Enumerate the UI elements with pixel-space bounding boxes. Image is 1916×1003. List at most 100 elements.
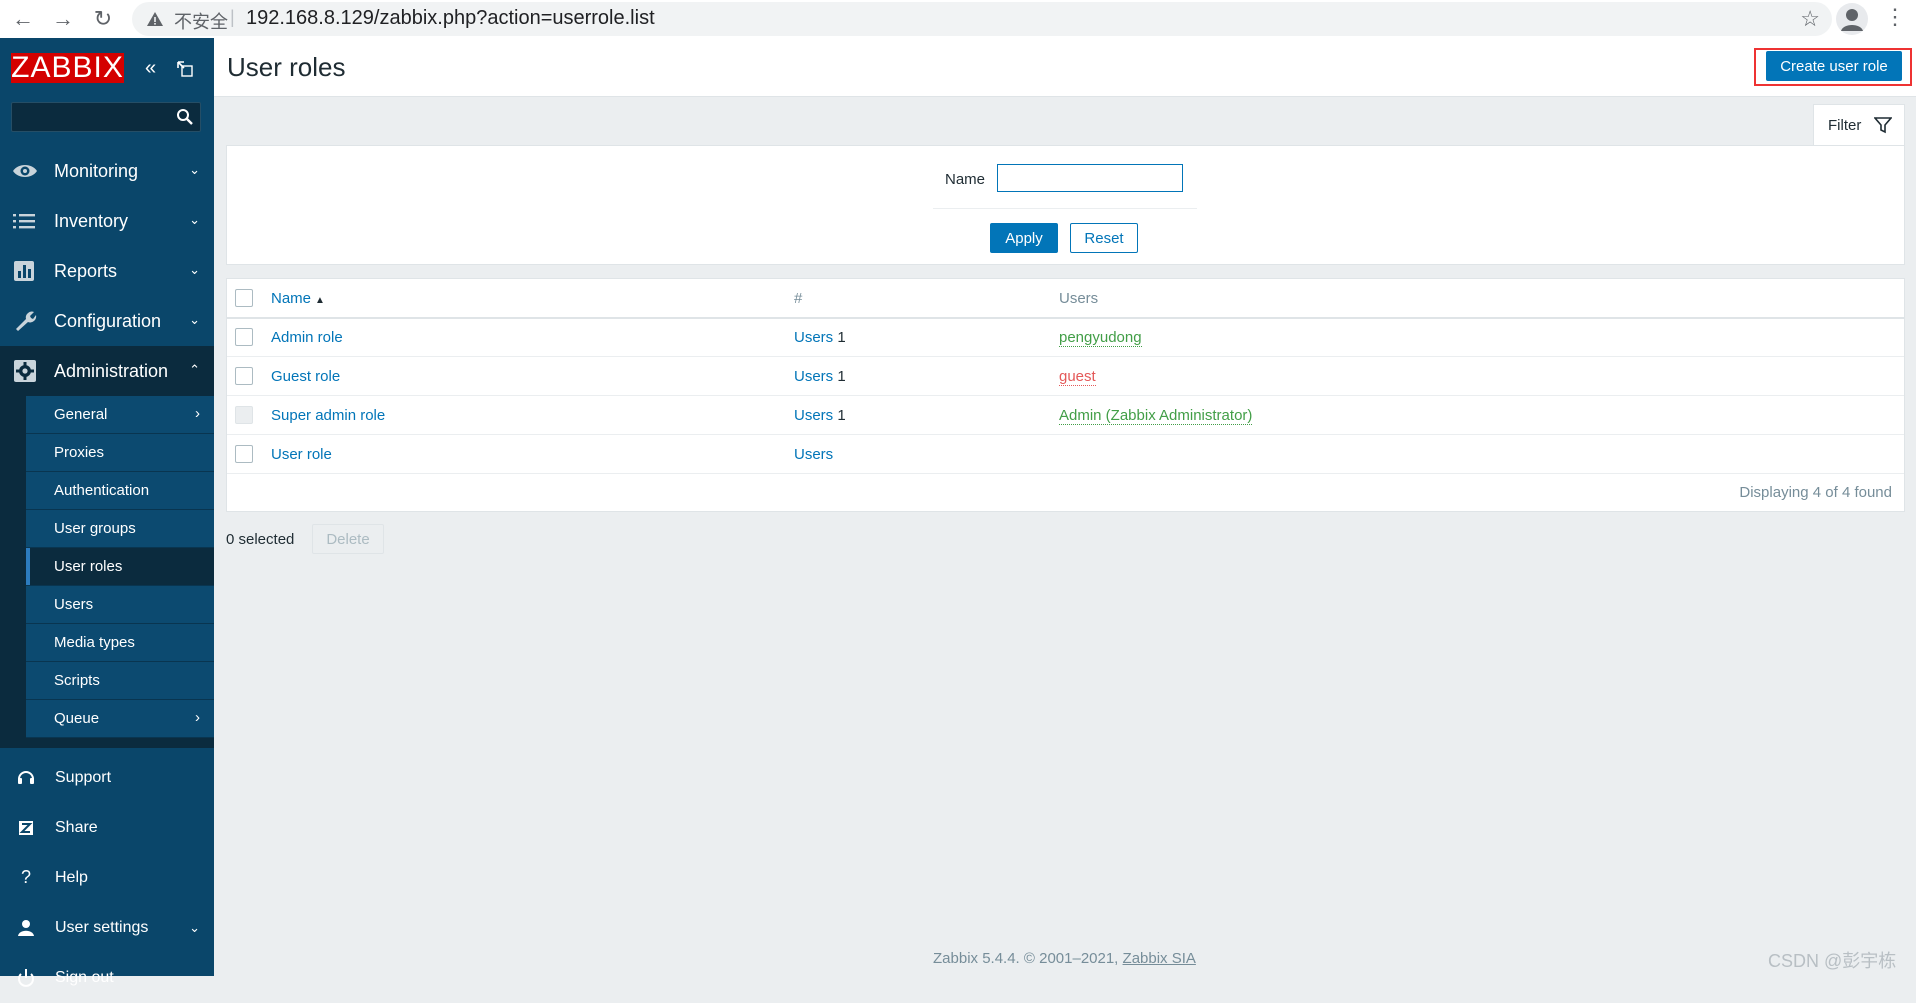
role-name-link[interactable]: Admin role (271, 329, 343, 346)
submenu-item-proxies[interactable]: Proxies (26, 434, 214, 472)
role-name-link[interactable]: Super admin role (271, 407, 385, 424)
users-link[interactable]: Users (794, 368, 833, 385)
zabbix-logo[interactable]: ZABBIX (11, 53, 124, 83)
eye-icon (13, 165, 37, 177)
gear-icon (14, 360, 36, 382)
menu-label: User settings (55, 919, 149, 936)
user-link[interactable]: guest (1059, 368, 1096, 386)
submenu-item-authentication[interactable]: Authentication (26, 472, 214, 510)
select-all-checkbox[interactable] (235, 289, 253, 307)
menu-user-settings[interactable]: User settings ⌄ (0, 903, 214, 953)
user-link[interactable]: pengyudong (1059, 329, 1142, 347)
users-count-cell: Users 1 (794, 368, 846, 385)
filter-name-input[interactable] (997, 164, 1183, 192)
create-user-role-button[interactable]: Create user role (1766, 51, 1902, 81)
menu-reports[interactable]: Reports ⌄ (0, 246, 214, 296)
warning-icon (147, 12, 163, 26)
chevron-down-icon: ⌄ (189, 920, 200, 935)
list-icon (13, 214, 35, 229)
kiosk-mode-icon[interactable] (176, 60, 194, 78)
menu-configuration[interactable]: Configuration ⌄ (0, 296, 214, 346)
row-checkbox[interactable] (235, 367, 253, 385)
submenu-item-queue[interactable]: Queue › (26, 700, 214, 738)
filter-divider (933, 208, 1197, 209)
column-header-count: # (794, 290, 803, 307)
url-text[interactable]: 192.168.8.129/zabbix.php?action=userrole… (246, 7, 655, 30)
users-count-cell: Users 1 (794, 329, 846, 346)
administration-submenu: General › Proxies Authentication User gro… (0, 396, 214, 748)
table-row: User role Users (227, 435, 1904, 474)
watermark: CSDN @彭宇栋 (1768, 951, 1897, 971)
users-link[interactable]: Users (794, 329, 833, 346)
submenu-item-scripts[interactable]: Scripts (26, 662, 214, 700)
role-name-link[interactable]: Guest role (271, 368, 340, 385)
headset-icon (18, 771, 34, 784)
role-name-link[interactable]: User role (271, 446, 332, 463)
filter-name-label: Name (945, 171, 986, 188)
menu-label: Inventory (54, 211, 129, 231)
users-link[interactable]: Users (794, 407, 833, 424)
submenu-item-users[interactable]: Users (26, 586, 214, 624)
user-link[interactable]: Admin (Zabbix Administrator) (1059, 407, 1253, 425)
menu-monitoring[interactable]: Monitoring ⌄ (0, 146, 214, 196)
submenu-item-media-types[interactable]: Media types (26, 624, 214, 662)
footer-company-link[interactable]: Zabbix SIA (1123, 950, 1196, 967)
submenu-label: Media types (54, 634, 135, 651)
submenu-item-general[interactable]: General › (26, 396, 214, 434)
filter-panel: Name Apply Reset (226, 145, 1905, 265)
table-row: Admin role Users 1 pengyudong (227, 318, 1904, 357)
menu-label: Monitoring (54, 161, 139, 181)
menu-share[interactable]: Share (0, 803, 214, 853)
browser-toolbar: ← → ↻ 不安全 | 192.168.8.129/zabbix.php?act… (0, 0, 1916, 39)
table-row: Super admin role Users 1 Admin (Zabbix A… (227, 396, 1904, 435)
users-count-cell: Users 1 (794, 407, 846, 424)
address-bar[interactable]: 不安全 | 192.168.8.129/zabbix.php?action=us… (132, 2, 1832, 36)
delete-button[interactable]: Delete (312, 524, 384, 554)
sort-asc-icon: ▲ (315, 295, 325, 306)
filter-tab[interactable]: Filter (1813, 104, 1905, 147)
table-row: Guest role Users 1 guest (227, 357, 1904, 396)
reload-icon[interactable]: ↻ (88, 4, 118, 34)
row-checkbox[interactable] (235, 445, 253, 463)
page-footer: Zabbix 5.4.4. © 2001–2021, Zabbix SIA (933, 950, 1196, 967)
column-header-name-label: Name (271, 290, 312, 307)
menu-sign-out[interactable]: Sign out (0, 953, 214, 1003)
menu-help[interactable]: ? Help (0, 853, 214, 903)
page-header: User roles Create user role (214, 38, 1916, 97)
menu-administration[interactable]: Administration ⌃ (0, 346, 214, 396)
back-icon[interactable]: ← (8, 4, 38, 34)
menu-label: Administration (54, 361, 169, 381)
row-checkbox[interactable] (235, 328, 253, 346)
menu-label: Configuration (54, 311, 162, 331)
menu-label: Reports (54, 261, 118, 281)
search-icon[interactable] (176, 108, 194, 126)
reset-button[interactable]: Reset (1070, 223, 1138, 253)
users-count-cell: Users (794, 446, 833, 463)
url-divider: | (230, 7, 235, 27)
page-title: User roles (227, 52, 346, 82)
insecure-label: 不安全 (174, 12, 228, 32)
apply-button[interactable]: Apply (990, 223, 1058, 253)
browser-menu-icon[interactable]: ⋮ (1884, 4, 1906, 30)
chevron-down-icon: ⌄ (189, 162, 200, 177)
forward-icon[interactable]: → (48, 4, 78, 34)
submenu-label: Authentication (54, 482, 150, 499)
user-roles-table: Name ▲ # Users Admin role Users 1 pengyud… (226, 278, 1905, 512)
row-checkbox-disabled (235, 406, 253, 424)
menu-label: Share (55, 819, 98, 836)
bookmark-star-icon[interactable]: ☆ (1800, 6, 1820, 32)
bar-chart-icon (14, 261, 34, 281)
submenu-label: Proxies (54, 444, 105, 461)
menu-support[interactable]: Support (0, 753, 214, 803)
collapse-sidebar-icon[interactable]: « (145, 58, 156, 78)
chevron-right-icon: › (195, 405, 200, 422)
submenu-item-user-roles[interactable]: User roles (26, 548, 214, 586)
profile-avatar[interactable] (1836, 3, 1868, 35)
submenu-label: Users (54, 596, 94, 613)
users-link[interactable]: Users (794, 446, 833, 463)
menu-inventory[interactable]: Inventory ⌄ (0, 196, 214, 246)
submenu-item-user-groups[interactable]: User groups (26, 510, 214, 548)
column-header-name[interactable]: Name ▲ (271, 290, 325, 307)
menu-label: Sign out (55, 969, 114, 986)
sidebar-search-input[interactable] (11, 102, 201, 132)
